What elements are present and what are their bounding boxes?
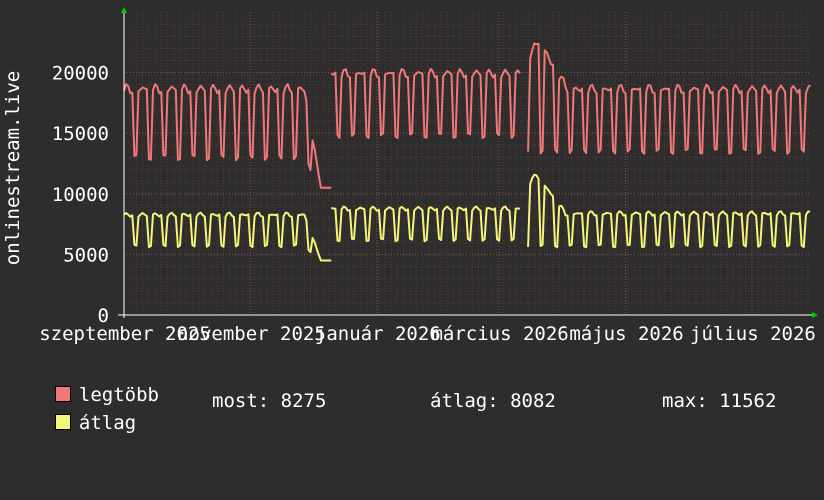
series-lines	[123, 42, 811, 262]
legend-label-avg: átlag	[78, 412, 137, 434]
stat-max: max: 11562	[662, 390, 777, 412]
x-tick-label: július 2026	[690, 323, 816, 345]
x-tick-label: november 2025	[177, 323, 326, 345]
legend-swatch-avg	[54, 414, 71, 430]
x-tick-label: január 2026	[315, 323, 441, 345]
x-tick-labels: szeptember 2025november 2025január 2026m…	[39, 323, 816, 345]
y-axis-arrow-icon	[121, 7, 127, 13]
x-axis-arrow-icon	[812, 312, 818, 318]
stat-current: most: 8275	[212, 390, 327, 412]
x-tick-label: május 2026	[569, 323, 683, 345]
stat-average: átlag: 8082	[430, 390, 556, 412]
y-tick-label: 15000	[52, 123, 109, 145]
y-tick-labels: 05000100001500020000	[52, 63, 109, 327]
grid-lines	[123, 12, 810, 316]
y-axis-label: onlinestream.live	[2, 71, 24, 265]
y-tick-label: 5000	[63, 244, 109, 266]
series-line-max	[123, 42, 811, 189]
y-tick-label: 10000	[52, 184, 109, 206]
legend-row-avg: átlag most: 8275 átlag: 8082 max: 11562	[32, 390, 802, 500]
y-tick-label: 20000	[52, 63, 109, 85]
x-tick-label: március 2026	[431, 323, 568, 345]
